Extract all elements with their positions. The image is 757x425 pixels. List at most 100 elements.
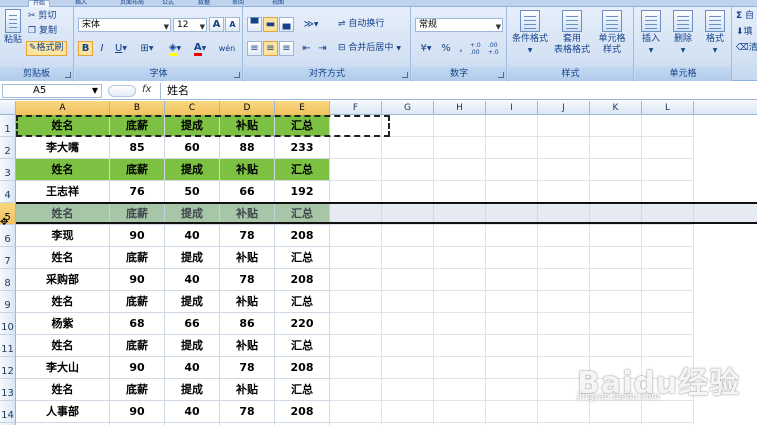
cell-c9[interactable]: 提成 [165, 291, 220, 313]
dialog-launcher-icon[interactable] [498, 72, 504, 78]
empty-cell[interactable] [538, 137, 590, 159]
align-left-button[interactable]: ≡ [247, 41, 262, 56]
empty-cell[interactable] [382, 225, 434, 247]
cell-a9[interactable]: 姓名 [16, 291, 110, 313]
cell-c14[interactable]: 40 [165, 401, 220, 423]
insert-function-icon[interactable]: fx [142, 84, 151, 95]
dialog-launcher-icon[interactable] [402, 72, 408, 78]
row-header-12[interactable]: 12 [0, 357, 16, 379]
empty-cell[interactable] [538, 291, 590, 313]
comma-button[interactable]: , [455, 41, 467, 56]
cell-b6[interactable]: 90 [110, 225, 165, 247]
conditional-format-button[interactable]: 条件格式 ▼ [510, 10, 550, 56]
empty-cell[interactable] [434, 181, 486, 203]
cell-e12[interactable]: 208 [275, 357, 330, 379]
number-format-combo[interactable]: 常规 ▼ [415, 18, 503, 32]
empty-cell[interactable] [330, 115, 382, 137]
empty-cell[interactable] [382, 137, 434, 159]
empty-cell[interactable] [434, 379, 486, 401]
formula-bar-splitter[interactable] [108, 85, 136, 97]
empty-cell[interactable] [330, 401, 382, 423]
clear-button[interactable]: ⌫清 [736, 42, 757, 55]
cell-b13[interactable]: 底薪 [110, 379, 165, 401]
cell-e13[interactable]: 汇总 [275, 379, 330, 401]
cell-d10[interactable]: 86 [220, 313, 275, 335]
empty-cell[interactable] [642, 291, 694, 313]
empty-cell[interactable] [434, 203, 486, 225]
empty-cell[interactable] [486, 181, 538, 203]
cell-a11[interactable]: 姓名 [16, 335, 110, 357]
align-top-button[interactable]: ▀ [247, 17, 262, 32]
empty-cell[interactable] [330, 181, 382, 203]
copy-button[interactable]: ❐ 复制 [28, 25, 57, 38]
empty-cell[interactable] [382, 335, 434, 357]
cell-a2[interactable]: 李大嘴 [16, 137, 110, 159]
empty-cell[interactable] [486, 115, 538, 137]
cell-e14[interactable]: 208 [275, 401, 330, 423]
cell-a1[interactable]: 姓名 [16, 115, 110, 137]
align-center-button[interactable]: ≡ [263, 41, 278, 56]
font-size-combo[interactable]: 12 ▼ [173, 18, 207, 32]
row-header-6[interactable]: 6 [0, 225, 16, 247]
column-header-b[interactable]: B [110, 101, 165, 115]
cell-c4[interactable]: 50 [165, 181, 220, 203]
empty-cell[interactable] [330, 203, 382, 225]
cell-styles-button[interactable]: 单元格 样式 [592, 10, 632, 56]
cell-a4[interactable]: 王志祥 [16, 181, 110, 203]
empty-cell[interactable] [538, 313, 590, 335]
row-header-7[interactable]: 7 [0, 247, 16, 269]
empty-cell[interactable] [434, 247, 486, 269]
empty-cell[interactable] [486, 379, 538, 401]
cell-e6[interactable]: 208 [275, 225, 330, 247]
cell-c7[interactable]: 提成 [165, 247, 220, 269]
empty-cell[interactable] [486, 313, 538, 335]
cell-d11[interactable]: 补贴 [220, 335, 275, 357]
cell-d9[interactable]: 补贴 [220, 291, 275, 313]
cell-a13[interactable]: 姓名 [16, 379, 110, 401]
tab-6[interactable]: 视图 [272, 0, 284, 7]
column-header-c[interactable]: C [165, 101, 220, 115]
cell-e9[interactable]: 汇总 [275, 291, 330, 313]
tab-2[interactable]: 页面布局 [120, 0, 144, 7]
dialog-launcher-icon[interactable] [65, 72, 71, 78]
empty-cell[interactable] [590, 181, 642, 203]
empty-cell[interactable] [330, 269, 382, 291]
column-header-e[interactable]: E [275, 101, 330, 115]
empty-cell[interactable] [382, 401, 434, 423]
tab-4[interactable]: 数据 [198, 0, 210, 7]
empty-cell[interactable] [538, 115, 590, 137]
empty-cell[interactable] [486, 137, 538, 159]
empty-cell[interactable] [434, 313, 486, 335]
align-right-button[interactable]: ≡ [279, 41, 294, 56]
row-header-3[interactable]: 3 [0, 159, 16, 181]
empty-cell[interactable] [642, 115, 694, 137]
cell-d3[interactable]: 补贴 [220, 159, 275, 181]
empty-cell[interactable] [434, 225, 486, 247]
empty-cell[interactable] [434, 159, 486, 181]
fill-color-button[interactable]: ◈ ▼ [163, 41, 187, 56]
column-header-i[interactable]: I [486, 101, 538, 115]
cell-d8[interactable]: 78 [220, 269, 275, 291]
orientation-button[interactable]: ≫ ▼ [299, 17, 323, 32]
empty-cell[interactable] [590, 291, 642, 313]
merge-center-button[interactable]: ⊟ 合并后居中 ▼ [338, 42, 401, 55]
empty-cell[interactable] [434, 357, 486, 379]
empty-cell[interactable] [486, 269, 538, 291]
border-button[interactable]: ⊞ ▼ [135, 41, 159, 56]
cell-a3[interactable]: 姓名 [16, 159, 110, 181]
cell-c5[interactable]: 提成 [165, 203, 220, 225]
cell-d12[interactable]: 78 [220, 357, 275, 379]
italic-button[interactable]: I [95, 41, 109, 56]
empty-cell[interactable] [382, 181, 434, 203]
empty-cell[interactable] [538, 181, 590, 203]
empty-cell[interactable] [590, 269, 642, 291]
name-box[interactable]: A5 ▼ [2, 84, 102, 98]
empty-cell[interactable] [642, 313, 694, 335]
empty-cell[interactable] [486, 291, 538, 313]
cell-a12[interactable]: 李大山 [16, 357, 110, 379]
empty-cell[interactable] [330, 379, 382, 401]
column-header-a[interactable]: A [16, 101, 110, 115]
empty-cell[interactable] [538, 269, 590, 291]
percent-button[interactable]: % [439, 41, 453, 56]
column-header-g[interactable]: G [382, 101, 434, 115]
